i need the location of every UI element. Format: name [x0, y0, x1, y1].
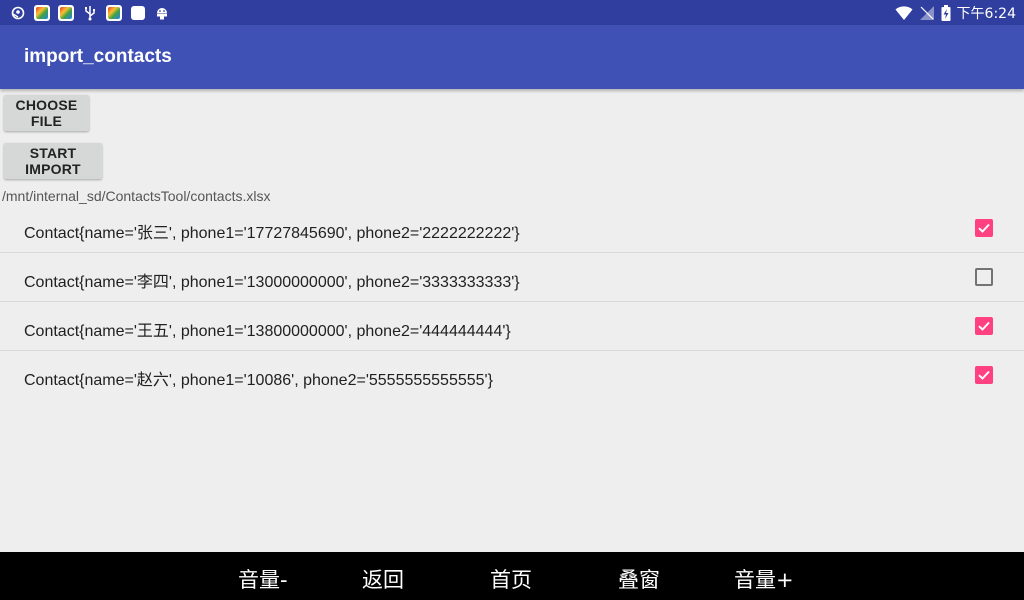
list-item[interactable]: Contact{name='张三', phone1='17727845690',… [0, 204, 1024, 253]
contact-text: Contact{name='张三', phone1='17727845690',… [24, 225, 520, 242]
app-icon [58, 4, 74, 21]
clock: 下午6:24 [956, 5, 1016, 22]
wifi-icon [895, 5, 913, 21]
list-item[interactable]: Contact{name='李四', phone1='13000000000',… [0, 253, 1024, 302]
contact-checkbox[interactable] [975, 317, 993, 335]
start-import-button[interactable]: START IMPORT [4, 143, 102, 179]
app-icon [106, 4, 122, 21]
contact-checkbox[interactable] [975, 219, 993, 237]
app-bar: import_contacts [0, 25, 1024, 89]
navigation-bar: 音量- 返回 首页 叠窗 音量+ [0, 552, 1024, 600]
notification-icons [10, 4, 170, 21]
blank-square-icon [130, 5, 146, 21]
choose-file-button[interactable]: CHOOSE FILE [4, 95, 89, 131]
list-item[interactable]: Contact{name='赵六', phone1='10086', phone… [0, 351, 1024, 399]
signal-icon [919, 5, 935, 21]
back-button[interactable]: 返回 [362, 564, 404, 594]
system-status: 下午6:24 [895, 3, 1016, 22]
usb-icon [82, 5, 98, 21]
steam-icon [10, 5, 26, 21]
android-debug-icon [154, 5, 170, 21]
contact-text: Contact{name='赵六', phone1='10086', phone… [24, 372, 493, 389]
battery-charging-icon [941, 4, 951, 21]
file-path-label: /mnt/internal_sd/ContactsTool/contacts.x… [2, 188, 271, 204]
contact-list: Contact{name='张三', phone1='17727845690',… [0, 204, 1024, 399]
volume-up-button[interactable]: 音量+ [734, 564, 794, 594]
status-bar: 下午6:24 [0, 0, 1024, 25]
home-button[interactable]: 首页 [490, 564, 532, 594]
contact-checkbox[interactable] [975, 366, 993, 384]
list-item[interactable]: Contact{name='王五', phone1='13800000000',… [0, 302, 1024, 351]
contact-text: Contact{name='王五', phone1='13800000000',… [24, 323, 511, 340]
contact-text: Contact{name='李四', phone1='13000000000',… [24, 274, 520, 291]
multi-window-button[interactable]: 叠窗 [618, 564, 660, 594]
volume-down-button[interactable]: 音量- [238, 564, 288, 594]
app-title: import_contacts [24, 46, 172, 67]
contact-checkbox[interactable] [975, 268, 993, 286]
app-icon [34, 4, 50, 21]
